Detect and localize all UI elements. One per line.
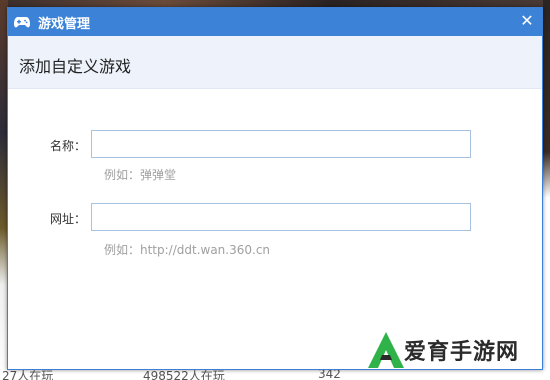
background-player-count: 342: [318, 370, 341, 380]
watermark-logo-icon: [368, 332, 404, 368]
background-player-count: 498522人在玩: [143, 370, 225, 380]
close-button[interactable]: ✕: [518, 12, 536, 30]
game-manager-dialog: 游戏管理 ✕ 添加自定义游戏 名称： 例如：弹弹堂 网址： 例如：http://…: [7, 7, 543, 370]
dialog-title: 游戏管理: [38, 17, 91, 32]
url-hint: 例如：http://ddt.wan.360.cn: [104, 243, 271, 257]
dialog-header: 添加自定义游戏: [8, 36, 542, 89]
name-input[interactable]: [91, 130, 471, 158]
gamepad-icon: [14, 17, 30, 28]
page-title: 添加自定义游戏: [19, 57, 132, 76]
background-right-strip: [543, 0, 550, 380]
background-bottom-bar: 27人在玩 498522人在玩 342: [0, 370, 550, 380]
url-label: 网址：: [49, 212, 86, 226]
watermark-brand: 爱育手游网: [404, 340, 520, 365]
url-input[interactable]: [91, 203, 471, 231]
background-player-count: 27人在玩: [2, 370, 54, 380]
dialog-titlebar[interactable]: 游戏管理 ✕: [8, 8, 542, 36]
name-label: 名称：: [49, 139, 86, 153]
name-hint: 例如：弹弹堂: [104, 168, 177, 182]
